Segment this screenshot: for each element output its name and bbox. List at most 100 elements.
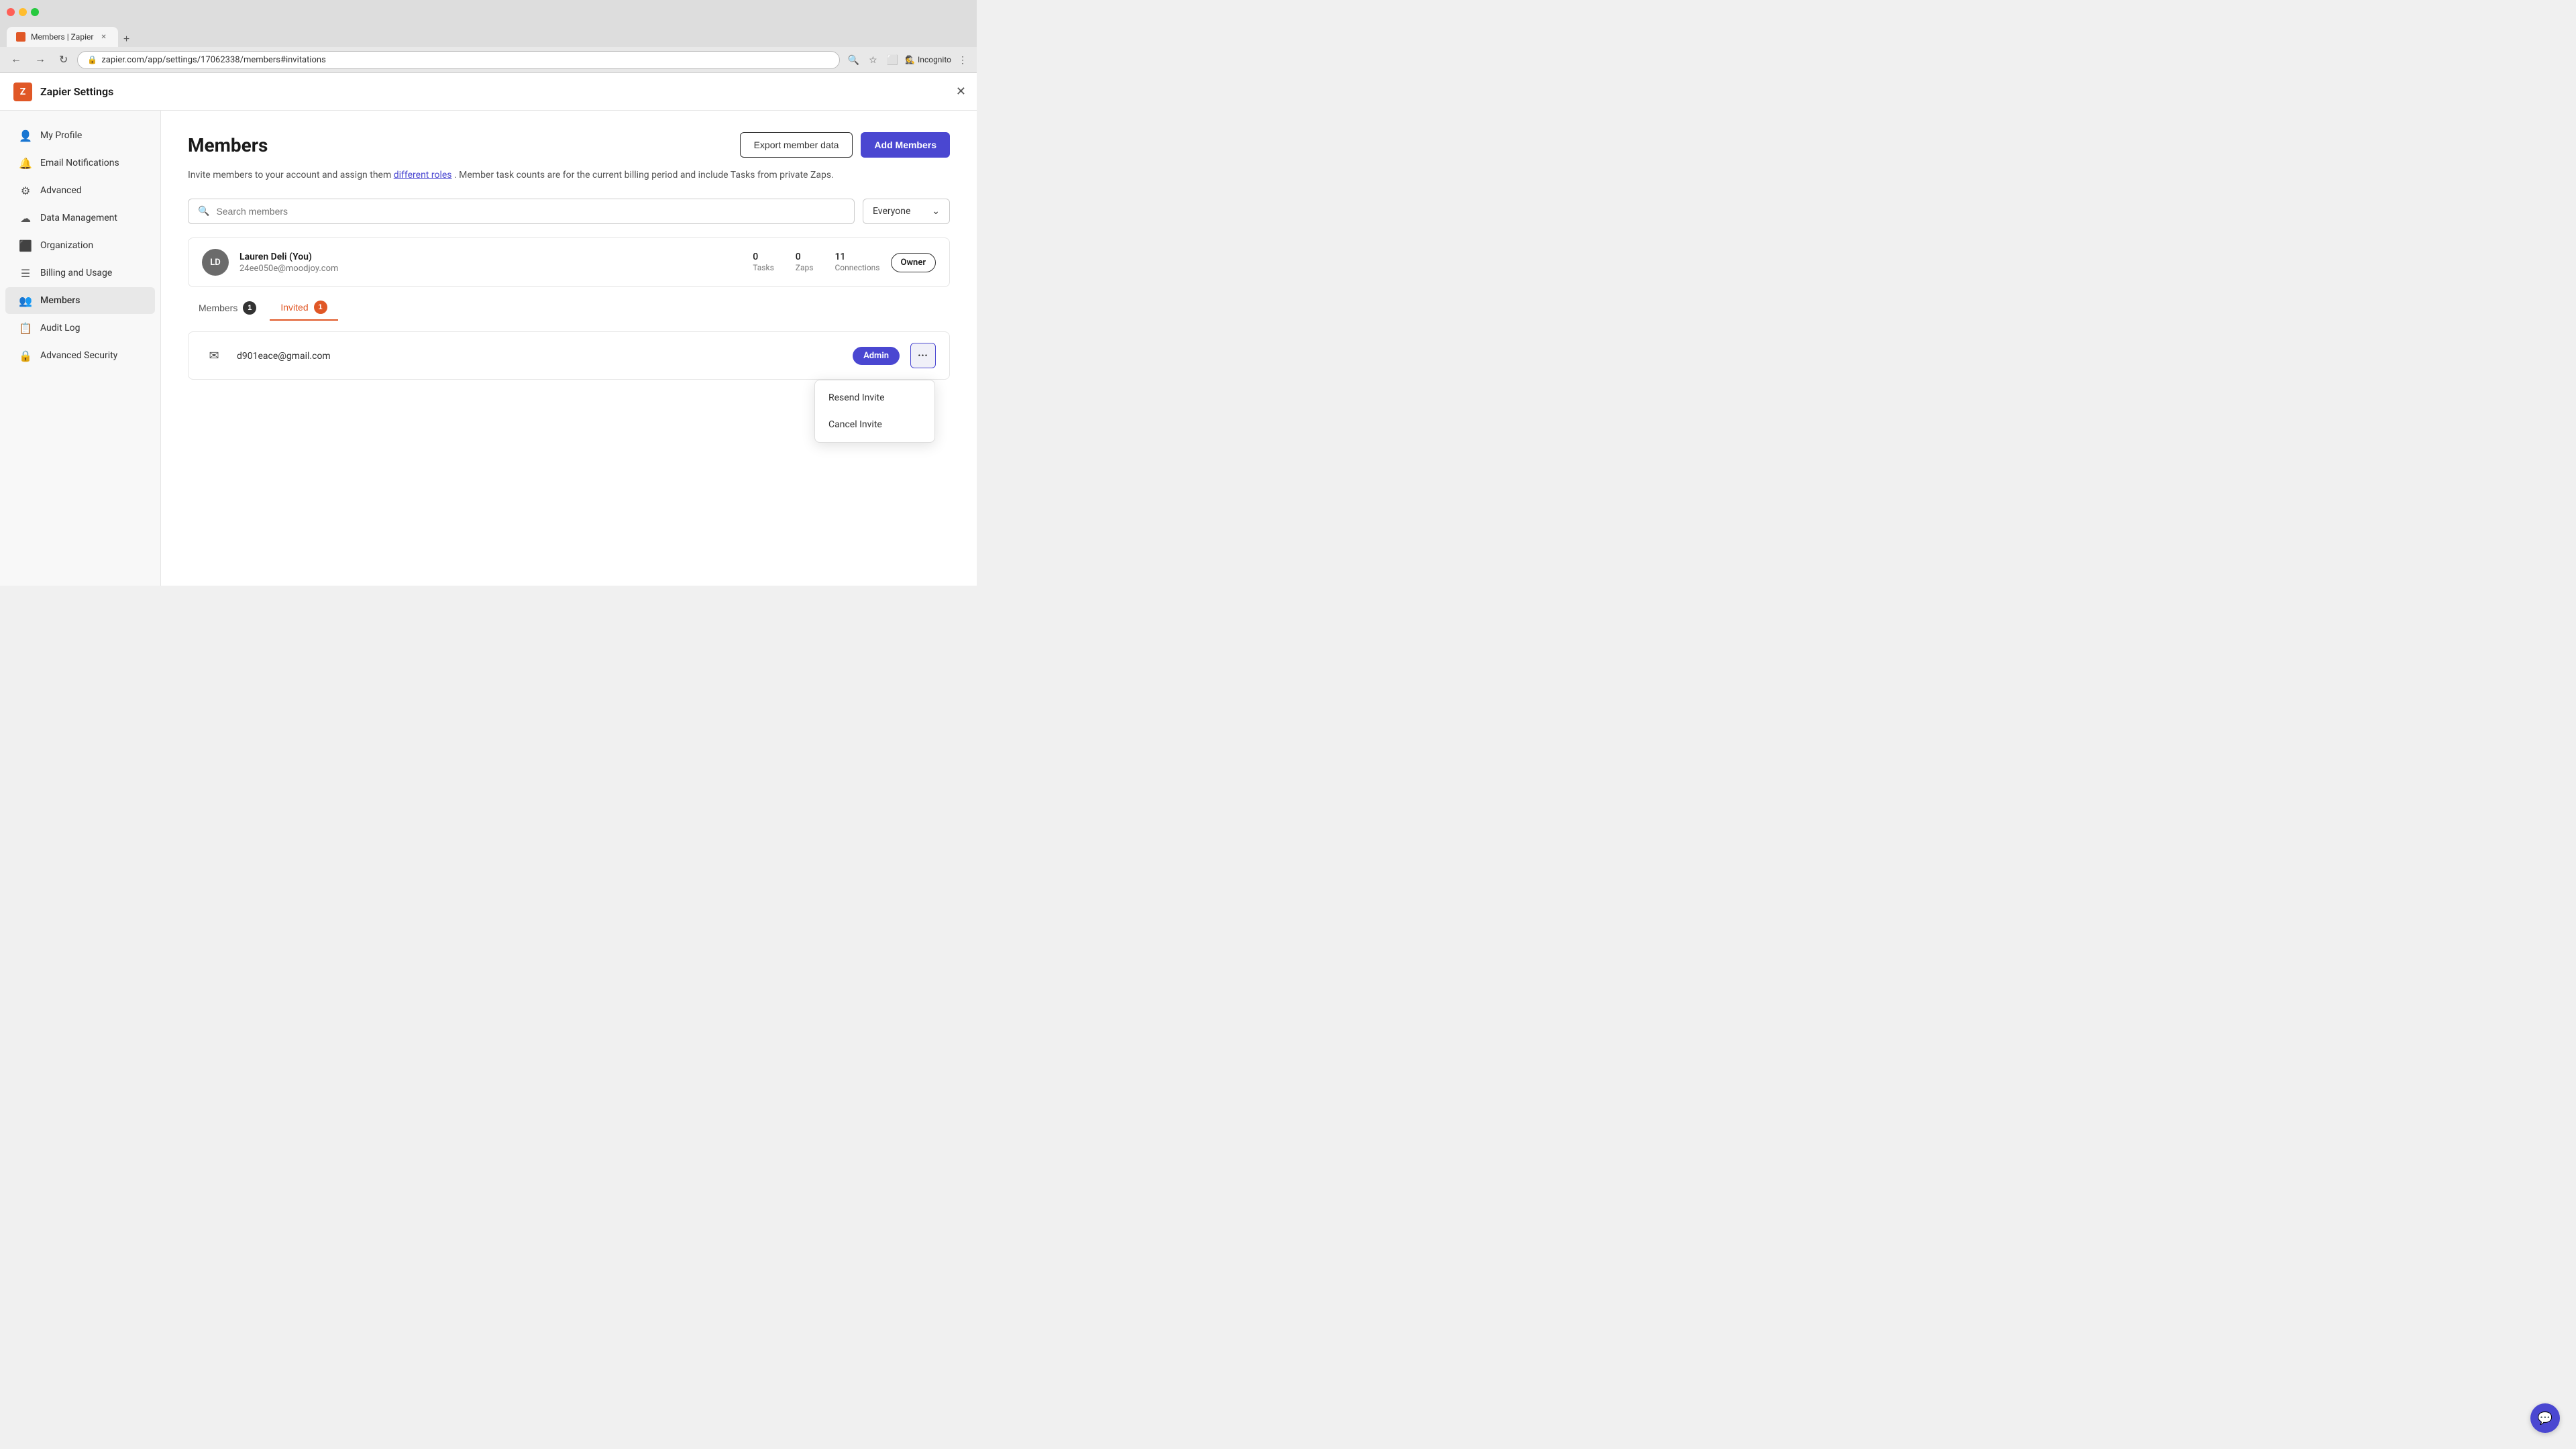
search-filter-row: 🔍 Everyone ⌄ (188, 199, 950, 224)
owner-connections-label: Connections (835, 263, 879, 272)
description-suffix: . Member task counts are for the current… (454, 170, 834, 180)
app-title: Zapier Settings (40, 85, 113, 98)
sidebar-label-billing: Billing and Usage (40, 268, 112, 278)
profile-icon: 👤 (19, 129, 32, 142)
owner-email: 24ee050e@moodjoy.com (239, 264, 742, 274)
owner-zaps-label: Zaps (796, 263, 814, 272)
app-window: 👤 My Profile 🔔 Email Notifications ⚙ Adv… (0, 111, 977, 586)
owner-zaps-value: 0 (796, 252, 814, 262)
owner-connections-value: 11 (835, 252, 879, 262)
sidebar-label-my-profile: My Profile (40, 130, 82, 141)
extensions-btn[interactable]: ⬜ (884, 52, 901, 68)
support-icon: 💬 (2538, 1411, 2553, 1426)
description: Invite members to your account and assig… (188, 168, 950, 182)
new-tab-btn[interactable]: + (118, 32, 135, 47)
sidebar-item-members[interactable]: 👥 Members (5, 287, 155, 314)
url-bar[interactable]: 🔒 zapier.com/app/settings/17062338/membe… (77, 51, 839, 69)
page-header: Members Export member data Add Members (188, 132, 950, 158)
tab-invited[interactable]: Invited 1 (270, 295, 337, 321)
search-btn[interactable]: 🔍 (845, 52, 862, 68)
tab-members[interactable]: Members 1 (188, 296, 267, 320)
incognito-badge: 🕵 Incognito (905, 55, 951, 64)
owner-row: LD Lauren Deli (You) 24ee050e@moodjoy.co… (188, 237, 950, 287)
more-options-btn[interactable]: ••• Resend Invite Cancel Invite (910, 343, 936, 368)
audit-icon: 📋 (19, 321, 32, 335)
email-icon: ✉ (202, 343, 226, 368)
browser-actions: 🔍 ☆ ⬜ 🕵 Incognito ⋮ (845, 52, 970, 68)
description-text: Invite members to your account and assig… (188, 170, 391, 180)
tab-title: Members | Zapier (31, 32, 93, 42)
incognito-icon: 🕵 (905, 55, 915, 64)
sidebar-item-email-notifications[interactable]: 🔔 Email Notifications (5, 150, 155, 176)
invited-row: ✉ d901eace@gmail.com Admin ••• Resend In… (188, 331, 950, 380)
tab-favicon (16, 32, 25, 42)
app-header: Z Zapier Settings ✕ (0, 73, 977, 111)
sidebar-label-advanced: Advanced (40, 185, 82, 196)
incognito-label: Incognito (918, 55, 951, 64)
lock-icon: 🔒 (87, 55, 97, 64)
bookmark-btn[interactable]: ☆ (866, 52, 880, 68)
tab-members-label: Members (199, 303, 237, 313)
tab-invited-label: Invited (280, 302, 308, 313)
filter-value: Everyone (873, 206, 910, 217)
sidebar: 👤 My Profile 🔔 Email Notifications ⚙ Adv… (0, 111, 161, 586)
sidebar-item-data-management[interactable]: ☁ Data Management (5, 205, 155, 231)
tab-members-count: 1 (243, 301, 256, 315)
sidebar-item-billing[interactable]: ☰ Billing and Usage (5, 260, 155, 286)
search-box: 🔍 (188, 199, 855, 224)
owner-role-badge: Owner (891, 253, 936, 272)
sidebar-label-members: Members (40, 295, 80, 306)
menu-btn[interactable]: ⋮ (955, 52, 970, 68)
sidebar-label-audit-log: Audit Log (40, 323, 80, 333)
more-icon: ••• (918, 351, 928, 360)
sidebar-item-advanced[interactable]: ⚙ Advanced (5, 177, 155, 204)
sidebar-label-organization: Organization (40, 240, 93, 251)
owner-tasks-stat: 0 Tasks (753, 252, 774, 273)
sidebar-label-email-notifications: Email Notifications (40, 158, 119, 168)
members-tabs: Members 1 Invited 1 (188, 295, 950, 321)
add-members-btn[interactable]: Add Members (861, 132, 950, 158)
owner-connections-stat: 11 Connections (835, 252, 879, 273)
cloud-icon: ☁ (19, 211, 32, 225)
resend-invite-btn[interactable]: Resend Invite (815, 384, 934, 411)
window-controls (7, 8, 39, 16)
owner-tasks-label: Tasks (753, 263, 774, 272)
search-input[interactable] (216, 206, 845, 217)
billing-icon: ☰ (19, 266, 32, 280)
sidebar-item-audit-log[interactable]: 📋 Audit Log (5, 315, 155, 341)
tab-invited-count: 1 (314, 301, 327, 314)
header-actions: Export member data Add Members (740, 132, 950, 158)
settings-icon: ⚙ (19, 184, 32, 197)
browser-tab[interactable]: Members | Zapier ✕ (7, 27, 118, 47)
members-icon: 👥 (19, 294, 32, 307)
owner-avatar: LD (202, 249, 229, 276)
security-icon: 🔒 (19, 349, 32, 362)
close-app-btn[interactable]: ✕ (956, 85, 966, 99)
invited-info: d901eace@gmail.com (237, 350, 842, 362)
bell-icon: 🔔 (19, 156, 32, 170)
back-btn[interactable]: ← (7, 52, 25, 67)
admin-badge: Admin (853, 347, 900, 365)
owner-name: Lauren Deli (You) (239, 252, 742, 262)
owner-zaps-stat: 0 Zaps (796, 252, 814, 273)
reload-btn[interactable]: ↻ (55, 52, 72, 68)
sidebar-item-advanced-security[interactable]: 🔒 Advanced Security (5, 342, 155, 369)
search-icon: 🔍 (198, 206, 209, 217)
sidebar-item-organization[interactable]: ⬛ Organization (5, 232, 155, 259)
sidebar-item-my-profile[interactable]: 👤 My Profile (5, 122, 155, 149)
roles-link[interactable]: different roles (394, 170, 452, 180)
cancel-invite-btn[interactable]: Cancel Invite (815, 411, 934, 438)
support-btn[interactable]: 💬 (2530, 1403, 2560, 1433)
dropdown-menu: Resend Invite Cancel Invite (814, 380, 935, 443)
zapier-logo: Z (13, 83, 32, 101)
forward-btn[interactable]: → (31, 52, 50, 67)
tab-close-btn[interactable]: ✕ (99, 33, 108, 42)
url-text: zapier.com/app/settings/17062338/members… (101, 55, 829, 65)
sidebar-label-data-management: Data Management (40, 213, 117, 223)
main-content: Members Export member data Add Members I… (161, 111, 977, 586)
owner-tasks-value: 0 (753, 252, 774, 262)
invited-email: d901eace@gmail.com (237, 351, 842, 362)
filter-select[interactable]: Everyone ⌄ (863, 199, 950, 224)
export-btn[interactable]: Export member data (740, 132, 853, 158)
page-title: Members (188, 134, 268, 156)
